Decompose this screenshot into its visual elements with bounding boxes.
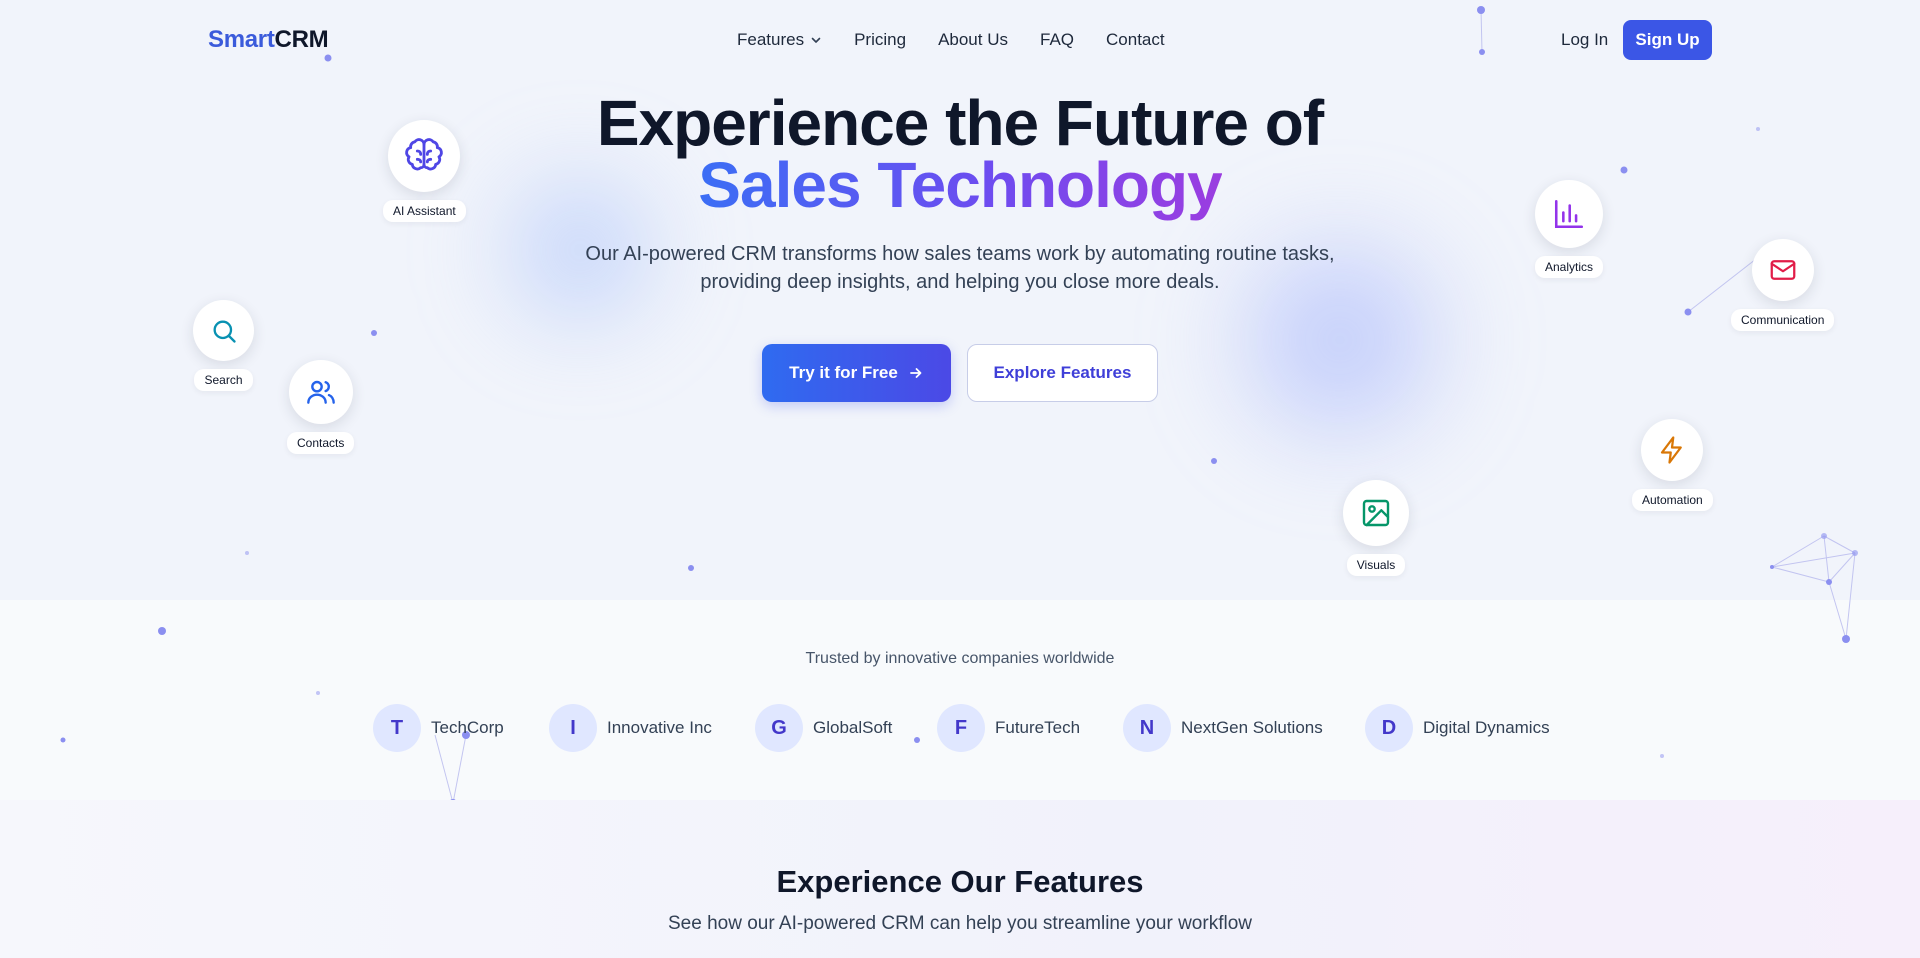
- nav-item-faq[interactable]: FAQ: [1040, 30, 1074, 50]
- mail-icon: [1770, 260, 1796, 280]
- hero-title-line1: Experience the Future of: [596, 87, 1324, 159]
- bar-chart-icon: [1554, 199, 1584, 229]
- company-name: GlobalSoft: [813, 718, 893, 737]
- brain-icon: [405, 138, 444, 171]
- company-logo-innovative-inc: I Innovative Inc: [549, 704, 712, 752]
- chevron-down-icon: [811, 37, 821, 43]
- login-link[interactable]: Log In: [1561, 30, 1608, 50]
- logo-text-smart: Smart: [208, 26, 275, 53]
- company-logo-futuretech: F FutureTech: [937, 704, 1080, 752]
- nav-item-about-us[interactable]: About Us: [938, 30, 1008, 50]
- feature-icon-circle: [288, 360, 353, 424]
- feature-icon-circle: [1641, 419, 1704, 481]
- company-name: TechCorp: [431, 718, 504, 737]
- feature-badge-contacts[interactable]: Contacts: [287, 360, 355, 454]
- users-icon: [306, 380, 335, 404]
- trusted-heading: Trusted by innovative companies worldwid…: [805, 650, 1115, 667]
- top-navigation: SmartCRM Features Pricing About Us FAQ C…: [0, 0, 1920, 80]
- feature-badge-label: Search: [194, 369, 253, 391]
- nav-item-label: Pricing: [854, 30, 907, 49]
- hero-subtitle-line2: providing deep insights, and helping you…: [700, 271, 1220, 293]
- explore-features-button[interactable]: Explore Features: [967, 344, 1158, 402]
- feature-badge-label: Automation: [1632, 489, 1713, 511]
- company-logos: T TechCorp I Innovative Inc G GlobalSoft…: [0, 704, 1920, 752]
- feature-icon-circle: [388, 120, 461, 192]
- company-initial: G: [755, 704, 803, 752]
- company-logo-digital-dynamics: D Digital Dynamics: [1365, 704, 1550, 752]
- feature-badge-ai-assistant[interactable]: AI Assistant: [383, 120, 466, 222]
- company-logo-nextgen-solutions: N NextGen Solutions: [1123, 704, 1323, 752]
- feature-badge-label: AI Assistant: [383, 200, 466, 222]
- nav-item-label: About Us: [938, 30, 1008, 49]
- arrow-right-icon: [909, 368, 922, 378]
- hero-title-highlight: Sales Technology: [698, 149, 1222, 221]
- feature-badge-label: Analytics: [1535, 256, 1604, 278]
- features-section-title: Experience Our Features: [776, 864, 1144, 899]
- company-logo-techcorp: T TechCorp: [373, 704, 504, 752]
- nav-item-label: FAQ: [1040, 30, 1075, 49]
- feature-icon-circle: [1535, 180, 1604, 248]
- company-initial: D: [1365, 704, 1413, 752]
- hero-title: Experience the Future of Sales Technolog…: [0, 87, 1920, 217]
- feature-badge-search[interactable]: Search: [193, 300, 254, 391]
- feature-badge-label: Contacts: [287, 432, 355, 454]
- signup-button[interactable]: Sign Up: [1623, 20, 1712, 60]
- search-icon: [213, 320, 236, 343]
- feature-icon-circle: [1751, 239, 1814, 301]
- company-initial: T: [373, 704, 421, 752]
- hero-subtitle: Our AI-powered CRM transforms how sales …: [560, 240, 1360, 296]
- feature-badge-automation[interactable]: Automation: [1632, 419, 1713, 511]
- feature-badge-communication[interactable]: Communication: [1731, 239, 1835, 331]
- nav-item-label: Features: [737, 30, 805, 49]
- feature-badge-label: Communication: [1731, 309, 1835, 331]
- smartcrm-logo[interactable]: SmartCRM: [208, 26, 329, 54]
- nav-item-label: Contact: [1106, 30, 1165, 49]
- company-initial: I: [549, 704, 597, 752]
- try-free-button[interactable]: Try it for Free: [762, 344, 951, 402]
- feature-badge-visuals[interactable]: Visuals: [1343, 480, 1409, 576]
- try-free-label: Try it for Free: [789, 363, 898, 382]
- feature-icon-circle: [1343, 480, 1409, 546]
- image-icon: [1362, 499, 1390, 527]
- company-name: Innovative Inc: [607, 718, 712, 737]
- lightning-icon: [1661, 436, 1683, 464]
- logo-text-crm: CRM: [274, 26, 329, 53]
- company-logo-globalsoft: G GlobalSoft: [755, 704, 892, 752]
- company-name: FutureTech: [995, 718, 1081, 737]
- feature-badge-analytics[interactable]: Analytics: [1535, 180, 1604, 278]
- company-initial: F: [937, 704, 985, 752]
- nav-item-features[interactable]: Features: [737, 30, 822, 50]
- features-section-subtitle: See how our AI-powered CRM can help you …: [668, 913, 1252, 934]
- feature-badge-label: Visuals: [1346, 554, 1406, 576]
- company-name: NextGen Solutions: [1181, 718, 1323, 737]
- nav-links: Features Pricing About Us FAQ Contact: [737, 30, 1197, 50]
- company-initial: N: [1123, 704, 1171, 752]
- feature-icon-circle: [193, 300, 254, 361]
- nav-item-pricing[interactable]: Pricing: [854, 30, 906, 50]
- nav-item-contact[interactable]: Contact: [1106, 30, 1165, 50]
- hero-subtitle-line1: Our AI-powered CRM transforms how sales …: [585, 243, 1335, 265]
- company-name: Digital Dynamics: [1423, 718, 1550, 737]
